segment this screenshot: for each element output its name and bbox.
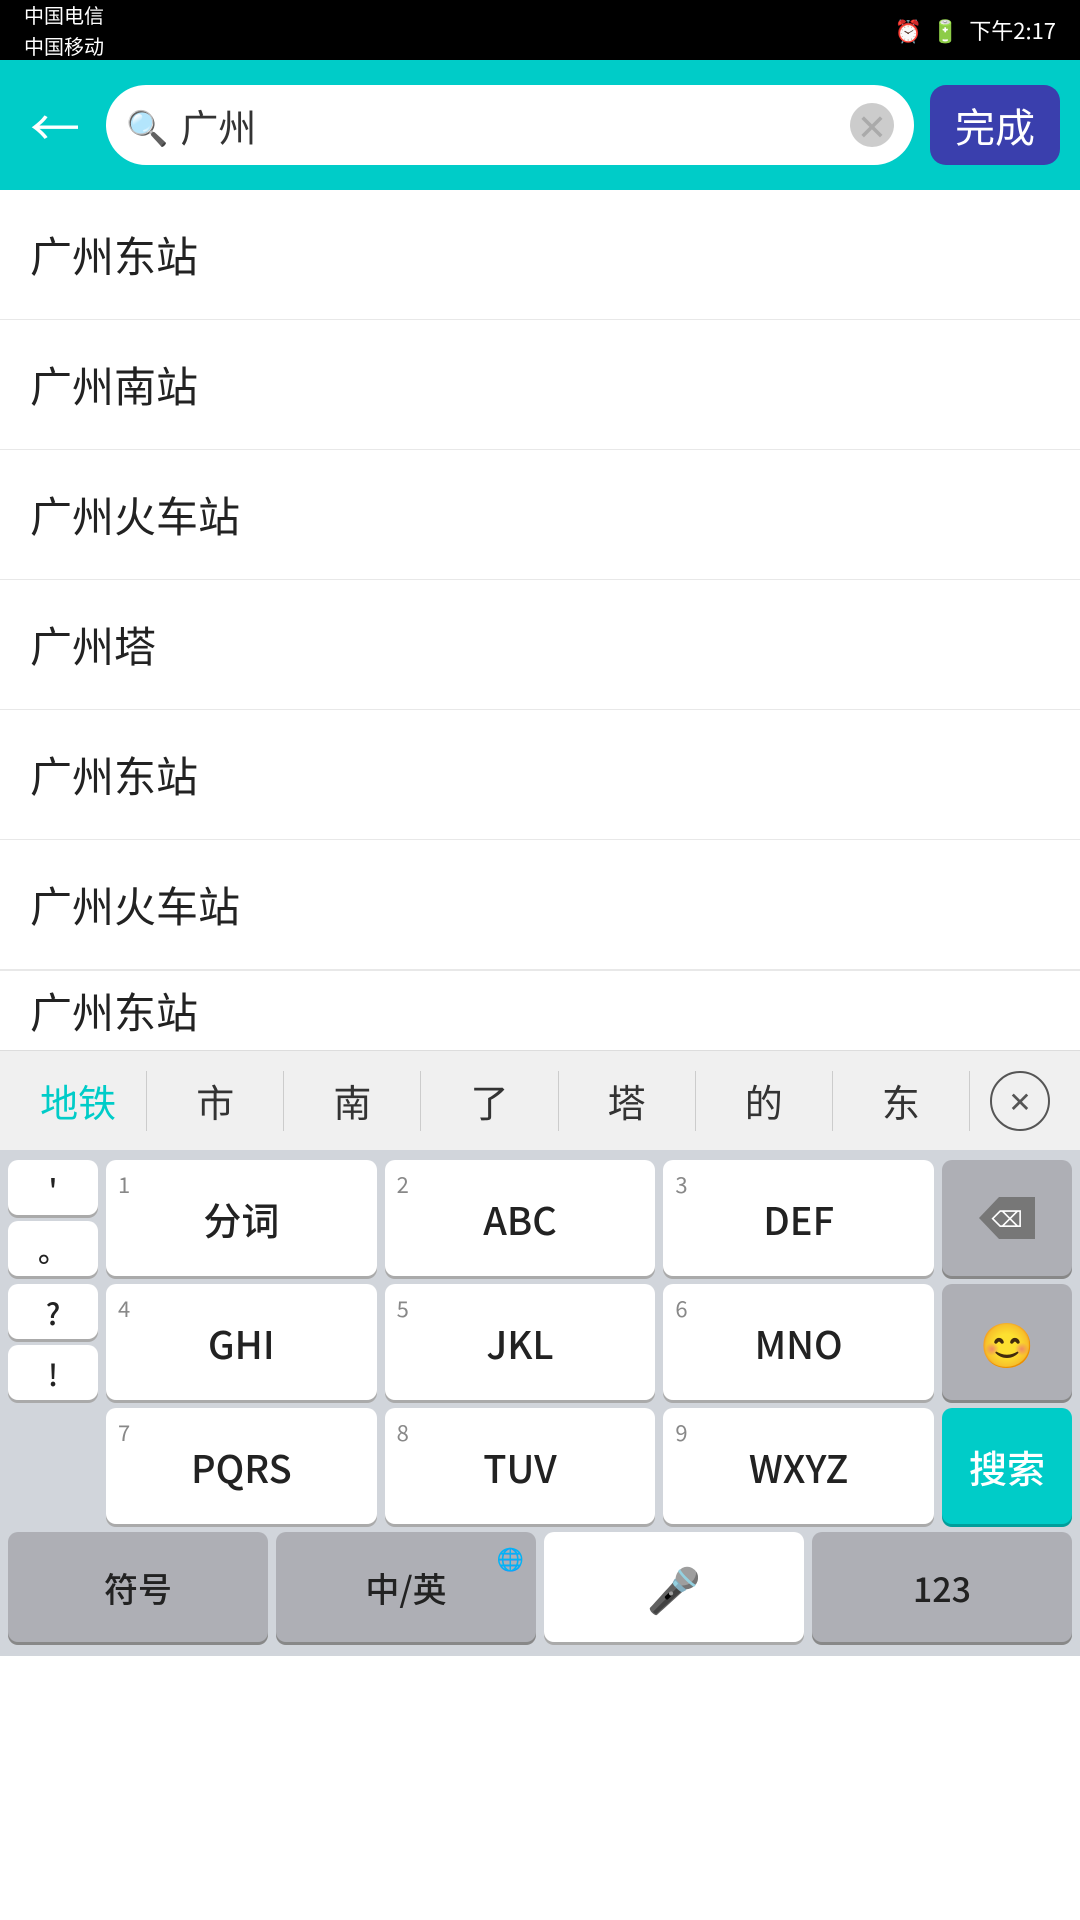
search-input[interactable]: 广州 [180, 98, 838, 153]
mic-icon: 🎤 [647, 1555, 702, 1619]
key-period[interactable]: 。 [8, 1221, 98, 1276]
status-icons: ⏰ 🔋 下午2:17 [894, 14, 1056, 46]
time-label: 下午2:17 [969, 14, 1056, 46]
keyboard: ' 。 1 分词 2 ABC 3 DEF ⌫ [0, 1150, 1080, 1656]
carrier-info: 中国电信 中国移动 [24, 0, 104, 60]
key-123[interactable]: 123 [812, 1532, 1072, 1642]
suggestion-item[interactable]: 广州火车站 [0, 840, 1080, 970]
suggestion-item[interactable]: 广州东站 [0, 190, 1080, 320]
battery-icon: 🔋 [932, 14, 959, 46]
candidate-bar: 地铁 市 南 了 塔 的 东 ✕ [0, 1050, 1080, 1150]
svg-text:⌫: ⌫ [991, 1202, 1022, 1234]
suggestion-item[interactable]: 广州火车站 [0, 450, 1080, 580]
emoji-icon: 😊 [980, 1310, 1035, 1374]
key-wxyz[interactable]: 9 WXYZ [663, 1408, 934, 1524]
candidate-item-shi[interactable]: 市 [147, 1051, 283, 1150]
carrier1-label: 中国电信 [24, 0, 104, 29]
candidate-item-dитie[interactable]: 地铁 [10, 1051, 146, 1150]
candidate-item-nan[interactable]: 南 [284, 1051, 420, 1150]
candidate-item-le[interactable]: 了 [421, 1051, 557, 1150]
key-exclaim[interactable]: ! [8, 1345, 98, 1400]
key-space-mic[interactable]: 🎤 [544, 1532, 804, 1642]
candidate-delete-circle-icon: ✕ [990, 1071, 1050, 1131]
carrier2-label: 中国移动 [24, 31, 104, 60]
empty-col [8, 1408, 98, 1524]
status-bar: 中国电信 中国移动 ⏰ 🔋 下午2:17 [0, 0, 1080, 60]
emoji-button[interactable]: 😊 [942, 1284, 1072, 1400]
back-button[interactable]: ← [20, 89, 90, 161]
header: ← 🔍 广州 ✕ 完成 [0, 60, 1080, 190]
key-fuhao[interactable]: 符号 [8, 1532, 268, 1642]
globe-icon: 🌐 [497, 1542, 524, 1574]
candidate-item-de[interactable]: 的 [696, 1051, 832, 1150]
suggestion-item[interactable]: 广州南站 [0, 320, 1080, 450]
key-apostrophe[interactable]: ' [8, 1160, 98, 1215]
clear-button[interactable]: ✕ [850, 103, 894, 147]
candidate-delete-button[interactable]: ✕ [970, 1051, 1070, 1150]
alarm-icon: ⏰ [894, 14, 921, 46]
key-mno[interactable]: 6 MNO [663, 1284, 934, 1400]
search-icon: 🔍 [126, 101, 168, 150]
special-keys-col2: ? ! [8, 1284, 98, 1400]
candidate-item-dong[interactable]: 东 [833, 1051, 969, 1150]
done-button[interactable]: 完成 [930, 85, 1060, 165]
suggestion-item-partial[interactable]: 广州东站 [0, 970, 1080, 1050]
suggestion-item[interactable]: 广州东站 [0, 710, 1080, 840]
key-pqrs[interactable]: 7 PQRS [106, 1408, 377, 1524]
key-abc[interactable]: 2 ABC [385, 1160, 656, 1276]
backspace-button[interactable]: ⌫ [942, 1160, 1072, 1276]
special-keys-col: ' 。 [8, 1160, 98, 1276]
candidate-item-ta[interactable]: 塔 [559, 1051, 695, 1150]
key-fenci[interactable]: 1 分词 [106, 1160, 377, 1276]
key-tuv[interactable]: 8 TUV [385, 1408, 656, 1524]
key-jkl[interactable]: 5 JKL [385, 1284, 656, 1400]
key-question[interactable]: ? [8, 1284, 98, 1339]
key-zhongen[interactable]: 🌐 中/英 [276, 1532, 536, 1642]
key-ghi[interactable]: 4 GHI [106, 1284, 377, 1400]
suggestion-list: 广州东站 广州南站 广州火车站 广州塔 广州东站 广州火车站 广州东站 [0, 190, 1080, 1050]
search-box: 🔍 广州 ✕ [106, 85, 914, 165]
search-button[interactable]: 搜索 [942, 1408, 1072, 1524]
key-def[interactable]: 3 DEF [663, 1160, 934, 1276]
suggestion-item[interactable]: 广州塔 [0, 580, 1080, 710]
